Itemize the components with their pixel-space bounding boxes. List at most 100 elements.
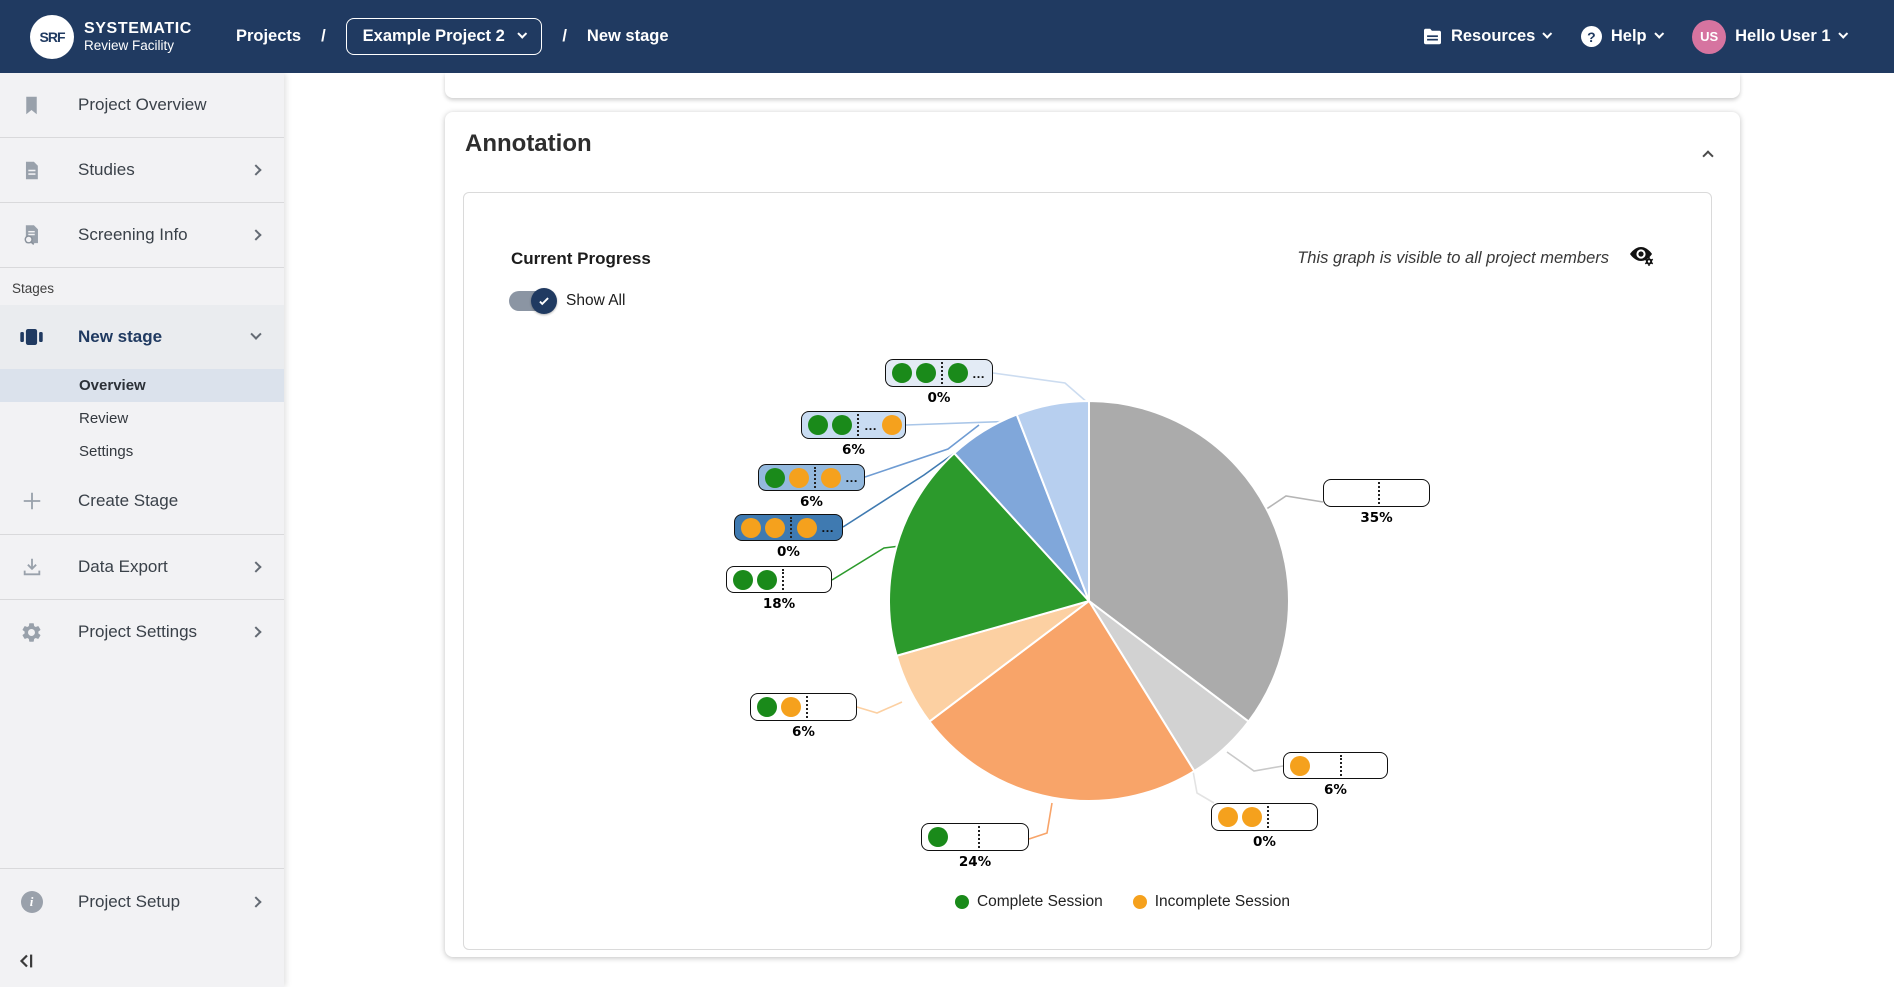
pie-chart-svg	[464, 193, 1713, 951]
resources-label: Resources	[1451, 27, 1535, 46]
resources-menu[interactable]: Resources	[1413, 21, 1561, 52]
sidebar-item-create-stage[interactable]: Create Stage	[0, 468, 284, 534]
threshold-separator	[1267, 806, 1269, 828]
sidebar: Project Overview Studies Screening Info …	[0, 73, 284, 987]
slice-percentage: 0%	[1211, 834, 1318, 850]
sidebar-item-label: Project Setup	[78, 892, 180, 912]
complete-session-dot	[892, 363, 912, 383]
folder-icon	[1423, 28, 1442, 45]
pie-chart: 35%6%0%24%6%18%…0%…6%…6%…0% Complete Ses…	[464, 193, 1711, 949]
legend-dot	[955, 895, 969, 909]
leader-line	[1029, 803, 1052, 839]
sidebar-subitem-review[interactable]: Review	[0, 402, 284, 435]
legend-item: Incomplete Session	[1133, 893, 1290, 911]
slice-percentage: 24%	[921, 854, 1029, 870]
sidebar-spacer	[0, 664, 284, 868]
document-icon	[18, 159, 45, 182]
leader-line	[1227, 752, 1283, 771]
top-navbar: SRF SYSTEMATIC Review Facility Projects …	[0, 0, 1894, 73]
incomplete-session-dot	[797, 518, 817, 538]
document-search-icon	[18, 223, 45, 247]
threshold-separator	[1378, 482, 1380, 504]
sidebar-collapse-button[interactable]	[0, 935, 284, 987]
chevron-right-icon	[250, 229, 261, 240]
incomplete-session-dot	[781, 697, 801, 717]
session-label-box	[1323, 479, 1430, 507]
incomplete-session-dot	[1218, 807, 1238, 827]
user-menu[interactable]: US Hello User 1	[1682, 14, 1856, 60]
complete-session-dot	[808, 415, 828, 435]
help-label: Help	[1611, 27, 1647, 46]
chevron-right-icon	[250, 626, 261, 637]
collapse-sidebar-icon	[16, 950, 38, 972]
chevron-right-icon	[250, 896, 261, 907]
incomplete-session-dot	[765, 518, 785, 538]
incomplete-session-dot	[1242, 807, 1262, 827]
sidebar-item-project-setup[interactable]: i Project Setup	[0, 869, 284, 935]
complete-session-dot	[916, 363, 936, 383]
sidebar-subitem-label: Overview	[79, 377, 146, 394]
section-collapse-button[interactable]	[1702, 150, 1713, 161]
legend-label: Complete Session	[977, 893, 1103, 911]
session-label-box	[750, 693, 857, 721]
slice-percentage: 6%	[801, 442, 906, 458]
avatar: US	[1692, 20, 1726, 54]
session-label-box: …	[758, 464, 865, 491]
breadcrumb-separator: /	[321, 27, 326, 46]
session-label-box: …	[801, 411, 906, 439]
complete-session-dot	[757, 570, 777, 590]
breadcrumb-stage: New stage	[587, 27, 669, 46]
ellipsis: …	[864, 418, 878, 433]
stage-carousel-icon	[18, 325, 45, 349]
sidebar-item-label: Project Overview	[78, 95, 206, 115]
leader-line	[1265, 496, 1323, 510]
incomplete-session-dot	[882, 415, 902, 435]
chevron-right-icon	[250, 164, 261, 175]
session-label-box	[1283, 752, 1388, 779]
threshold-separator	[857, 414, 859, 436]
logo-line2: Review Facility	[84, 38, 192, 54]
chevron-down-icon	[1838, 29, 1847, 38]
session-label-box	[726, 566, 832, 593]
sidebar-item-label: Screening Info	[78, 225, 188, 245]
help-menu[interactable]: ? Help	[1571, 20, 1672, 53]
breadcrumb-separator: /	[562, 27, 567, 46]
sidebar-item-project-overview[interactable]: Project Overview	[0, 73, 284, 137]
slice-percentage: 6%	[758, 494, 865, 510]
previous-section-card-edge	[445, 73, 1740, 98]
chevron-down-icon	[1654, 29, 1663, 38]
sidebar-item-studies[interactable]: Studies	[0, 138, 284, 202]
ellipsis: …	[821, 520, 835, 535]
sidebar-item-label: Create Stage	[78, 491, 178, 511]
leader-line	[857, 702, 902, 713]
threshold-separator	[1340, 755, 1342, 776]
navbar-right: Resources ? Help US Hello User 1	[1413, 14, 1856, 60]
legend-label: Incomplete Session	[1155, 893, 1290, 911]
complete-session-dot	[832, 415, 852, 435]
breadcrumb: Projects / Example Project 2 / New stage	[236, 18, 669, 55]
session-label-box	[1211, 803, 1318, 831]
breadcrumb-projects-link[interactable]: Projects	[236, 27, 301, 46]
sidebar-item-new-stage[interactable]: New stage	[0, 305, 284, 369]
ellipsis: …	[845, 470, 859, 485]
sidebar-item-project-settings[interactable]: Project Settings	[0, 600, 284, 664]
complete-session-dot	[765, 468, 785, 488]
project-selector-label: Example Project 2	[363, 27, 505, 46]
sidebar-subitem-overview[interactable]: Overview	[0, 369, 284, 402]
legend-item: Complete Session	[955, 893, 1103, 911]
app-logo[interactable]: SRF SYSTEMATIC Review Facility	[30, 15, 192, 59]
sidebar-subitem-settings[interactable]: Settings	[0, 435, 284, 468]
incomplete-session-dot	[1290, 756, 1310, 776]
incomplete-session-dot	[789, 468, 809, 488]
chevron-right-icon	[250, 561, 261, 572]
slice-percentage: 18%	[726, 596, 832, 612]
sidebar-subitem-label: Review	[79, 410, 128, 427]
threshold-separator	[806, 696, 808, 718]
progress-panel: Current Progress This graph is visible t…	[463, 192, 1712, 950]
project-selector-dropdown[interactable]: Example Project 2	[346, 18, 543, 55]
threshold-separator	[790, 517, 792, 538]
sidebar-item-data-export[interactable]: Data Export	[0, 535, 284, 599]
sidebar-item-screening-info[interactable]: Screening Info	[0, 203, 284, 267]
main-content: Annotation Current Progress This graph i…	[284, 73, 1894, 987]
slice-percentage: 35%	[1323, 510, 1430, 526]
